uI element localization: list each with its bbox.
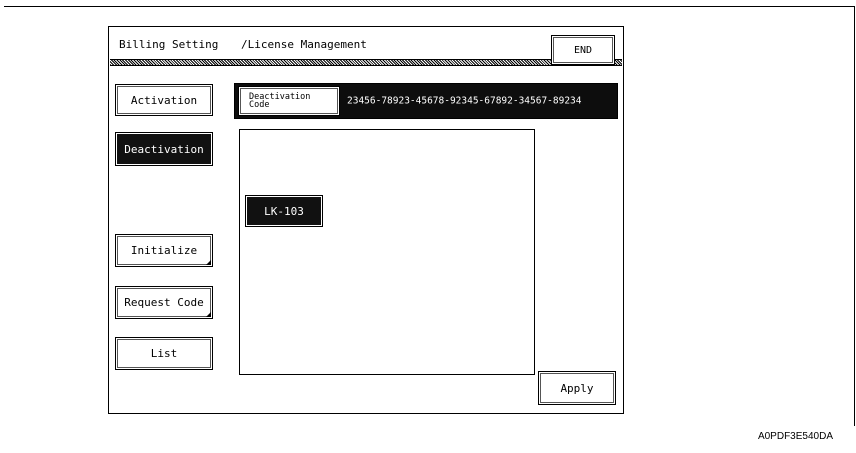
sidebar-item-label: Activation xyxy=(130,93,198,107)
sidebar-item-label: Request Code xyxy=(124,296,204,309)
sidebar-item-label: Initialize xyxy=(130,244,198,257)
breadcrumb: /License Management xyxy=(241,38,367,51)
deactivation-code-value: 23456-78923-45678-92345-67892-34567-8923… xyxy=(347,95,582,107)
header-divider xyxy=(110,59,622,66)
license-item-label: LK-103 xyxy=(264,204,304,218)
list-button[interactable]: List xyxy=(115,337,213,370)
corner-marker-icon xyxy=(206,312,211,317)
request-code-button[interactable]: Request Code xyxy=(115,286,213,319)
deactivation-code-label: Deactivation Code xyxy=(249,92,311,110)
sidebar-item-activation[interactable]: Activation xyxy=(115,84,213,116)
page-title: Billing Setting xyxy=(119,38,219,51)
end-button-label: END xyxy=(573,44,593,56)
sidebar-item-deactivation[interactable]: Deactivation xyxy=(115,132,213,166)
sidebar-item-label: List xyxy=(150,347,178,360)
figure-id: A0PDF3E540DA xyxy=(757,431,833,442)
deactivation-code-button[interactable]: Deactivation Code xyxy=(238,86,340,116)
end-button[interactable]: END xyxy=(551,35,615,65)
apply-button[interactable]: Apply xyxy=(538,371,616,405)
corner-marker-icon xyxy=(206,260,211,265)
initialize-button[interactable]: Initialize xyxy=(115,234,213,267)
license-item-lk-103[interactable]: LK-103 xyxy=(245,195,323,227)
sidebar-item-label: Deactivation xyxy=(124,142,204,156)
license-list-box xyxy=(239,129,535,375)
apply-button-label: Apply xyxy=(560,381,594,395)
